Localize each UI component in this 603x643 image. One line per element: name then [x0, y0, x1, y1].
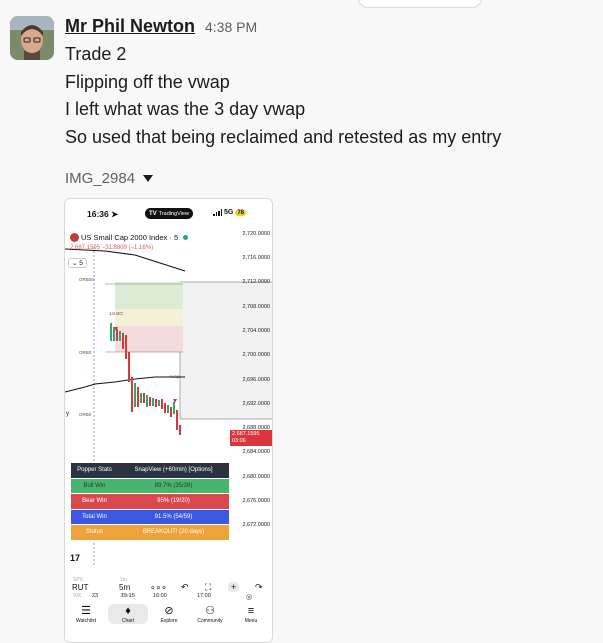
redo-icon[interactable]: ↷: [255, 582, 263, 593]
price-label: 2,716.0000: [242, 255, 270, 261]
undo-icon[interactable]: ↶: [181, 582, 189, 593]
chart-title-text: US Small Cap 2000 Index · 5: [81, 233, 179, 242]
nav-label: Explore: [160, 618, 178, 624]
caret-down-icon: [143, 175, 154, 182]
popper-stats-table: Popper Stats SnapView (+60min) [Options]…: [71, 463, 229, 541]
attachment-filename: IMG_2984: [65, 170, 136, 187]
candle-countdown: 03:06: [232, 438, 246, 444]
tradingview-watermark: 17: [70, 553, 81, 563]
timeframe-selector[interactable]: 5m: [119, 583, 130, 592]
price-axis[interactable]: 2,720.0000 2,716.0000 2,712.0000 2,708.0…: [232, 227, 272, 567]
price-label: 2,696.0000: [242, 377, 270, 383]
more-icon[interactable]: ∘∘∘: [150, 582, 167, 593]
people-icon: ⚇: [205, 605, 215, 617]
stats-value: BREAKOUT! (20 days): [118, 525, 229, 540]
stats-value: 95% (19/20): [118, 494, 229, 509]
crosshair-icon[interactable]: +: [228, 582, 240, 592]
stats-row: Status BREAKOUT! (20 days): [71, 525, 229, 541]
attachment-image[interactable]: 16:36 ➤ TV TradingView 5G 78 US Small Ca…: [64, 198, 273, 643]
vwap-line: [65, 376, 185, 393]
price-label: 2,676.0000: [242, 498, 270, 504]
signal-icon: [213, 209, 222, 216]
nav-explore[interactable]: ⊘ Explore: [149, 604, 189, 624]
orb-label: ORB00: [79, 277, 94, 282]
nav-watchlist[interactable]: ☰ Watchlist: [66, 604, 106, 624]
nav-chart[interactable]: ♦ Chart: [108, 604, 148, 624]
stats-header-row: Popper Stats SnapView (+60min) [Options]: [71, 463, 229, 479]
chart-toolbar: SPX RUT VIX 1m 5m 15m ∘∘∘ ↶ ⛶ + ↷: [65, 577, 272, 599]
left-marker-label: y: [66, 411, 69, 417]
stats-key: Total Win: [71, 509, 118, 524]
message-line: I left what was the 3 day vwap: [65, 99, 306, 119]
message-timestamp[interactable]: 4:38 PM: [205, 19, 257, 35]
stats-row: Bull Win 89.7% (35/39): [71, 478, 229, 494]
app-badge: TV TradingView: [145, 208, 193, 219]
vwap-label: vwap: [169, 374, 180, 379]
price-label: 2,680.0000: [242, 474, 270, 480]
phone-time: 16:36 ➤: [87, 209, 119, 219]
phone-status-icons: 5G 78: [213, 209, 247, 216]
phone-time-text: 16:36: [87, 209, 109, 219]
chart-title[interactable]: US Small Cap 2000 Index · 5: [70, 233, 189, 242]
message-line: Trade 2: [65, 44, 127, 64]
author-name[interactable]: Mr Phil Newton: [65, 16, 195, 37]
symbol-selector[interactable]: RUT: [72, 583, 88, 592]
battery-icon: 78: [235, 209, 247, 216]
price-label: 2,712.0000: [242, 279, 270, 285]
message-header: Mr Phil Newton 4:38 PM: [65, 16, 257, 37]
stats-key: Status: [71, 525, 118, 540]
compass-icon: ⊘: [164, 605, 174, 617]
list-icon: ☰: [81, 605, 91, 617]
avatar[interactable]: [10, 16, 54, 60]
price-label: 2,692.0000: [242, 401, 270, 407]
network-label: 5G: [224, 209, 234, 216]
nav-community[interactable]: ⚇ Community: [190, 604, 230, 624]
orb-zone-green: [115, 282, 183, 309]
price-label: 2,700.0000: [242, 352, 270, 358]
stats-key: Bear Win: [71, 494, 118, 509]
menu-icon: ≡: [247, 605, 255, 617]
avatar-image: [10, 16, 54, 60]
bottom-nav: ☰ Watchlist ♦ Chart ⊘ Explore ⚇ Communit…: [65, 602, 272, 642]
app-badge-label: TradingView: [158, 210, 189, 217]
chart-icon: ♦: [125, 605, 131, 617]
price-label: 2,704.0000: [242, 328, 270, 334]
nav-label: Menu: [244, 618, 258, 624]
stats-header-value: SnapView (+60min) [Options]: [118, 463, 229, 478]
orb-zone-yellow: [115, 309, 183, 326]
nav-label: Chart: [121, 618, 135, 624]
stats-key: Bull Win: [71, 478, 118, 493]
nav-label: Community: [197, 618, 223, 624]
price-change: 2,687.1595 −31.8809 (−1.16%): [70, 245, 154, 251]
current-price-value: 2,687.1595: [232, 431, 260, 437]
price-label: 2,684.0000: [242, 449, 270, 455]
tradingview-logo-icon: TV: [149, 210, 157, 217]
interval-selector[interactable]: ⌄ 5: [68, 258, 87, 268]
symbol-ghost-2: VIX: [73, 593, 82, 599]
current-price-tag: 2,687.1595 03:06: [230, 430, 272, 446]
price-label: 2,708.0000: [242, 304, 270, 310]
fullscreen-icon[interactable]: ⛶: [205, 582, 211, 593]
stats-value: 89.7% (35/39): [118, 478, 229, 493]
price-label: 2,720.0000: [242, 231, 270, 237]
interval-value: 5: [79, 260, 83, 267]
stats-header-key: Popper Stats: [71, 463, 118, 478]
orb-label-3: ORB0: [79, 412, 92, 417]
price-label: 2,672.0000: [242, 522, 270, 528]
top-action-pill: [358, 0, 482, 8]
stats-value: 91.5% (54/59): [118, 509, 229, 524]
stats-row: Total Win 91.5% (54/59): [71, 509, 229, 525]
orb-label-2: ORB0: [79, 350, 92, 355]
message-line: So used that being reclaimed and reteste…: [65, 127, 502, 147]
symbol-logo-icon: [70, 233, 79, 242]
stats-row: Bear Win 95% (19/20): [71, 494, 229, 510]
timeframe-ghost-2: 15m: [120, 593, 130, 599]
market-status-icon: [183, 235, 189, 240]
attachment-filename-toggle[interactable]: IMG_2984: [65, 170, 154, 187]
nav-menu[interactable]: ≡ Menu: [231, 604, 271, 624]
first-bo-label: 1st BO: [109, 311, 123, 316]
nav-label: Watchlist: [75, 618, 97, 624]
message-line: Flipping off the vwap: [65, 72, 230, 92]
